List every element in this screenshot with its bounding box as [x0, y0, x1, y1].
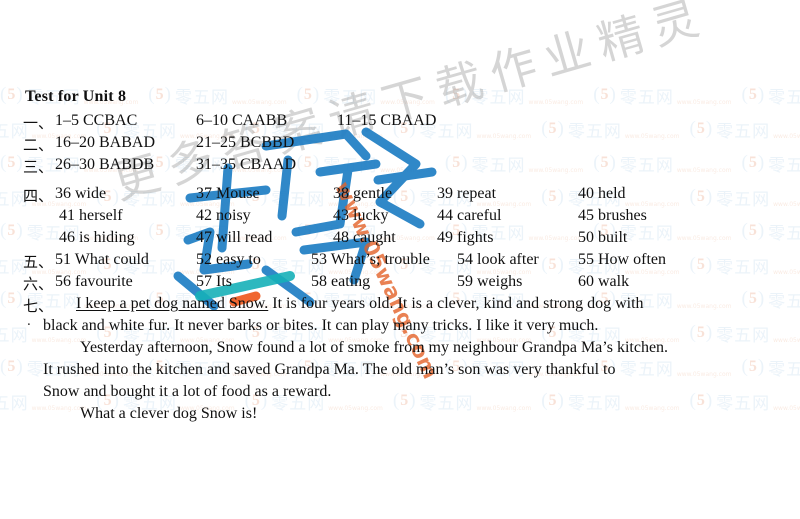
- section-label: 六、: [23, 275, 54, 293]
- section-label: 三、: [23, 158, 54, 176]
- composition-line: black and white fur. It never barks or b…: [43, 317, 599, 334]
- answer-cell: 47 will read: [196, 229, 273, 246]
- answer-row: 41 herself 42 noisy 43 lucky 44 careful 45 b…: [0, 207, 800, 229]
- answer-row: 五、 51 What could 52 easy to 53 What’s; trou…: [0, 251, 800, 273]
- answer-cell: 1–5 CCBAC: [55, 112, 138, 129]
- section-label: 一、: [23, 114, 54, 132]
- composition-line: Snow and bought it a lot of food as a re…: [43, 383, 332, 400]
- answer-cell: 41 herself: [59, 207, 123, 224]
- answer-row: 三、 26–30 BABDB 31–35 CBAAD: [0, 156, 800, 178]
- answer-cell: 57 Its: [196, 273, 232, 290]
- composition-line: I keep a pet dog named Snow. It is four …: [76, 295, 644, 312]
- answer-row: 二、 16–20 BABAD 21–25 BCBBD: [0, 134, 800, 156]
- answer-cell: 46 is hiding: [59, 229, 135, 246]
- answer-cell: 56 favourite: [55, 273, 133, 290]
- answer-cell: 39 repeat: [437, 185, 497, 202]
- answer-cell: 53 What’s; trouble: [311, 251, 430, 268]
- answer-row: 四、 36 wide 37 Mouse 38 gentle 39 repeat 40 he…: [0, 185, 800, 207]
- answer-cell: 44 careful: [437, 207, 502, 224]
- section-label: 五、: [23, 253, 54, 271]
- answer-cell: 37 Mouse: [196, 185, 260, 202]
- section-label: 四、: [23, 187, 54, 205]
- answer-cell: 52 easy to: [196, 251, 261, 268]
- answer-cell: 31–35 CBAAD: [196, 156, 297, 173]
- answer-cell: 36 wide: [55, 185, 107, 202]
- answer-cell: 6–10 CAABB: [196, 112, 288, 129]
- underlined-topic-sentence: I keep a pet dog named Snow.: [76, 295, 269, 312]
- composition-line: It rushed into the kitchen and saved Gra…: [43, 361, 616, 378]
- answer-cell: 16–20 BABAD: [55, 134, 156, 151]
- answer-cell: 55 How often: [578, 251, 666, 268]
- answer-cell: 48 caught: [333, 229, 396, 246]
- answer-cell: 54 look after: [457, 251, 539, 268]
- answer-row: 六、 56 favourite 57 Its 58 eating 59 weighs 60…: [0, 273, 800, 295]
- answer-cell: 60 walk: [578, 273, 630, 290]
- answer-key-page: (5) 零五网 www.05wang.com(5) 零五网 www.05wang.com…: [0, 0, 800, 519]
- answer-cell: 43 lucky: [333, 207, 389, 224]
- answer-cell: 50 built: [578, 229, 628, 246]
- answer-row: 一、 1–5 CCBAC 6–10 CAABB 11–15 CBAAD: [0, 112, 800, 134]
- answer-cell: 11–15 CBAAD: [337, 112, 437, 129]
- composition-line: Yesterday afternoon, Snow found a lot of…: [80, 339, 669, 356]
- answer-cell: 40 held: [578, 185, 626, 202]
- section-label: 二、: [23, 136, 54, 154]
- stray-pen-mark: .: [27, 313, 31, 329]
- answer-content: Test for Unit 8 一、 1–5 CCBAC 6–10 CAABB 11–…: [0, 0, 800, 519]
- answer-cell: 59 weighs: [457, 273, 523, 290]
- answer-cell: 58 eating: [311, 273, 371, 290]
- answer-cell: 51 What could: [55, 251, 149, 268]
- answer-cell: 45 brushes: [578, 207, 647, 224]
- answer-row: 46 is hiding 47 will read 48 caught 49 figh…: [0, 229, 800, 251]
- answer-cell: 42 noisy: [196, 207, 251, 224]
- answer-cell: 21–25 BCBBD: [196, 134, 295, 151]
- page-title: Test for Unit 8: [25, 88, 127, 105]
- answer-cell: 49 fights: [437, 229, 494, 246]
- composition-line: What a clever dog Snow is!: [80, 405, 258, 422]
- answer-cell: 26–30 BABDB: [55, 156, 155, 173]
- answer-cell: 38 gentle: [333, 185, 393, 202]
